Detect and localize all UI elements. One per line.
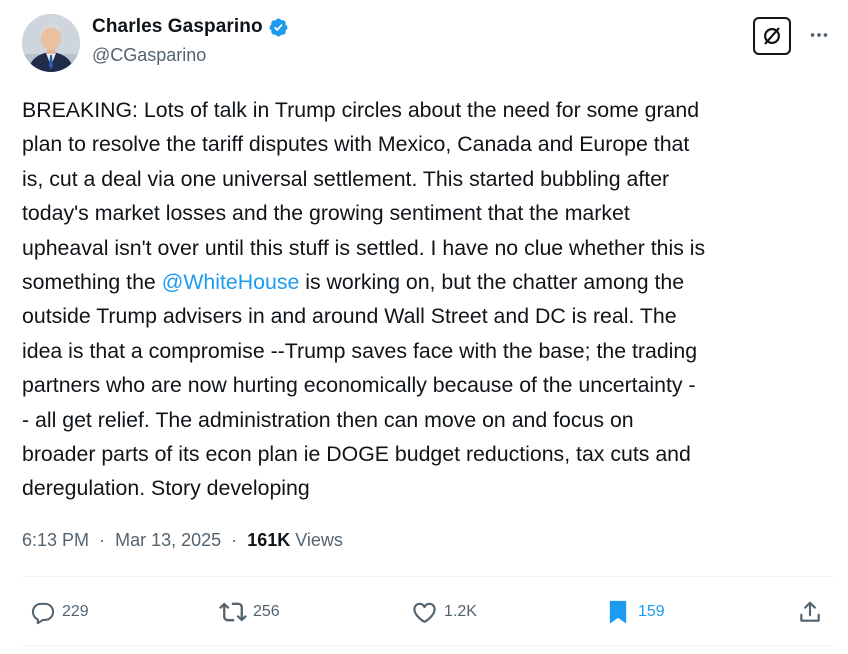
author-display-name[interactable]: Charles Gasparino [92, 16, 263, 38]
author-handle[interactable]: @CGasparino [92, 45, 206, 66]
tweet-text-line: broader parts of its econ plan ie DOGE b… [22, 437, 832, 471]
tweet-text-line: partners who are now hurting economicall… [22, 368, 832, 402]
grok-button[interactable] [753, 17, 791, 55]
divider [22, 645, 834, 646]
share-icon [800, 601, 820, 622]
tweet-text-line: today's market losses and the growing se… [22, 196, 832, 230]
mention-link[interactable]: @WhiteHouse [162, 270, 300, 294]
reply-icon [31, 602, 55, 625]
tweet-text-line: idea is that a compromise --Trump saves … [22, 334, 832, 368]
grok-icon [764, 27, 780, 45]
meta-separator: · [94, 530, 111, 550]
divider [22, 576, 834, 577]
tweet-text-line: upheaval isn't over until this stuff is … [22, 231, 832, 265]
repost-icon [219, 602, 247, 622]
tweet-text-segment: partners who are now hurting economicall… [22, 373, 696, 398]
tweet-text-line: outside Trump advisers in and around Wal… [22, 299, 832, 333]
tweet-text-segment: today's market losses and the growing se… [22, 201, 630, 226]
avatar[interactable] [22, 14, 80, 72]
bookmark-count: 159 [638, 603, 665, 620]
repost-button[interactable]: 256 [219, 592, 280, 632]
views-label: Views [295, 530, 343, 550]
tweet-text-line: something the @WhiteHouse is working on,… [22, 265, 832, 299]
tweet-text-line: BREAKING: Lots of talk in Trump circles … [22, 93, 832, 127]
avatar-image [22, 14, 80, 72]
tweet-text-segment: something the [22, 269, 162, 294]
tweet-text-segment: upheaval isn't over until this stuff is … [22, 235, 706, 260]
tweet-text-line: deregulation. Story developing [22, 471, 832, 505]
repost-count: 256 [253, 603, 280, 620]
like-button[interactable]: 1.2K [411, 592, 477, 632]
tweet-text-segment: outside Trump advisers in and around Wal… [22, 304, 677, 329]
tweet-text-segment: is working on, but the chatter among the [299, 269, 685, 294]
verified-badge-icon[interactable] [268, 17, 289, 38]
tweet-text: BREAKING: Lots of talk in Trump circles … [22, 93, 832, 506]
tweet-text-segment: - all get relief. The administration the… [22, 407, 634, 432]
tweet-text-segment: broader parts of its econ plan ie DOGE b… [22, 441, 691, 466]
tweet-time[interactable]: 6:13 PM [22, 530, 89, 550]
share-button[interactable] [797, 592, 823, 632]
tweet-text-segment: plan to resolve the tariff disputes with… [22, 132, 690, 157]
bookmark-icon [609, 600, 627, 624]
tweet-text-line: plan to resolve the tariff disputes with… [22, 127, 832, 161]
tweet-text-segment: deregulation. Story developing [22, 476, 310, 501]
more-icon [810, 33, 828, 37]
tweet-text-segment: idea is that a compromise --Trump saves … [22, 338, 698, 363]
tweet-text-line: - all get relief. The administration the… [22, 403, 832, 437]
tweet-text-segment: is, cut a deal via one universal settlem… [22, 166, 670, 191]
tweet-date[interactable]: Mar 13, 2025 [115, 530, 221, 550]
tweet-card: Charles Gasparino @CGasparino BREAKING: … [0, 0, 848, 654]
reply-count: 229 [62, 603, 89, 620]
tweet-text-segment: BREAKING: Lots of talk in Trump circles … [22, 98, 700, 122]
views-count[interactable]: 161K [247, 530, 290, 550]
bookmark-button[interactable]: 159 [604, 592, 665, 632]
author-name-row: Charles Gasparino [92, 16, 289, 38]
like-icon [413, 602, 436, 623]
more-options-button[interactable] [806, 22, 832, 48]
tweet-text-line: is, cut a deal via one universal settlem… [22, 162, 832, 196]
tweet-meta: 6:13 PM · Mar 13, 2025 · 161K Views [22, 530, 343, 551]
reply-button[interactable]: 229 [30, 592, 89, 632]
meta-separator: · [226, 530, 243, 550]
action-bar: 229 256 1.2K 159 [0, 592, 848, 632]
like-count: 1.2K [444, 603, 477, 620]
